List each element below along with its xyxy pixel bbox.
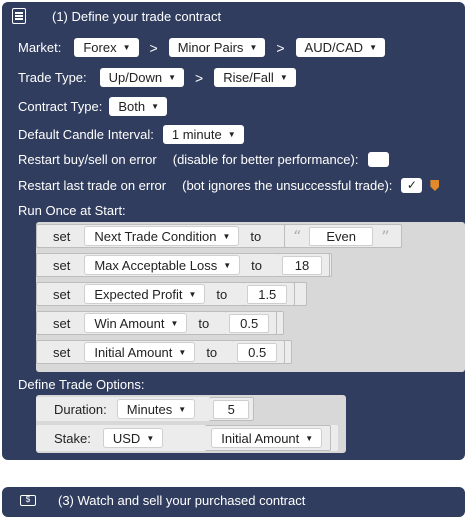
variable-dropdown[interactable]: Max Acceptable Loss ▼ — [84, 255, 241, 275]
caret-down-icon: ▼ — [227, 130, 236, 139]
number-value-field[interactable]: 18 — [281, 255, 322, 275]
caret-down-icon: ▼ — [178, 347, 187, 357]
number-block[interactable]: 0.5 — [233, 340, 286, 364]
caret-down-icon: ▼ — [305, 433, 314, 443]
duration-unit-dropdown[interactable]: Minutes ▼ — [116, 399, 196, 419]
open-quote-icon: “ — [293, 226, 302, 246]
set-keyword: set — [53, 286, 71, 302]
to-keyword: to — [198, 315, 210, 331]
set-keyword: set — [53, 228, 71, 244]
stake-label: Stake: — [54, 430, 91, 446]
variable-dropdown[interactable]: Initial Amount ▼ — [84, 342, 196, 362]
caret-down-icon: ▼ — [279, 73, 288, 82]
set-keyword: set — [53, 257, 71, 273]
separator: > — [195, 69, 204, 86]
trade-definition-block[interactable]: (1) Define your trade contract Market: F… — [2, 2, 465, 460]
check-icon: ✓ — [406, 178, 417, 192]
trade-type-dropdown[interactable]: Rise/Fall ▼ — [214, 68, 296, 87]
submarket-dropdown[interactable]: Minor Pairs ▼ — [168, 38, 266, 57]
text-literal-block[interactable]: “ Even ” — [284, 224, 402, 248]
contract-type-dropdown[interactable]: Both ▼ — [109, 97, 167, 116]
run-once-label: Run Once at Start: — [18, 203, 126, 218]
duration-value-field[interactable]: 5 — [213, 399, 250, 419]
contract-type-row: Contract Type: Both ▼ — [18, 97, 167, 116]
market-row: Market: Forex ▼ > Minor Pairs ▼ > AUD/CAD ▼ — [18, 38, 385, 57]
candle-interval-label: Default Candle Interval: — [18, 127, 154, 142]
restart-error-checkbox[interactable] — [368, 152, 390, 167]
variable-dropdown[interactable]: Expected Profit ▼ — [84, 284, 206, 304]
variable-dropdown[interactable]: Win Amount ▼ — [84, 313, 188, 333]
to-keyword: to — [250, 228, 262, 244]
restart-last-row: Restart last trade on error (bot ignores… — [18, 178, 440, 193]
restart-error-note: (disable for better performance): — [172, 152, 359, 167]
caret-down-icon: ▼ — [249, 43, 258, 52]
number-block[interactable]: 18 — [277, 253, 330, 277]
caret-down-icon: ▼ — [122, 43, 131, 52]
list-icon — [12, 8, 26, 24]
set-statement[interactable]: set Max Acceptable Loss ▼ to 18 — [36, 253, 332, 277]
to-keyword: to — [251, 257, 262, 273]
restart-error-row: Restart buy/sell on error (disable for b… — [18, 152, 390, 167]
caret-down-icon: ▼ — [222, 231, 231, 241]
text-value-field[interactable]: Even — [309, 226, 374, 246]
to-keyword: to — [206, 344, 218, 360]
candle-interval-row: Default Candle Interval: 1 minute ▼ — [18, 125, 244, 144]
number-block[interactable]: 1.5 — [243, 282, 296, 306]
caret-down-icon: ▼ — [178, 404, 187, 414]
candle-interval-dropdown[interactable]: 1 minute ▼ — [162, 125, 244, 144]
restart-last-checkbox[interactable]: ✓ — [401, 178, 423, 193]
caret-down-icon: ▼ — [168, 73, 177, 82]
dollar-icon: $ — [20, 494, 36, 506]
number-block[interactable]: 5 — [209, 397, 254, 421]
restart-error-label: Restart buy/sell on error — [18, 152, 157, 167]
caret-down-icon: ▼ — [151, 102, 159, 111]
stake-row[interactable]: Stake: USD ▼ Initial Amount ▼ — [36, 425, 338, 451]
set-statement[interactable]: set Initial Amount ▼ to 0.5 — [36, 340, 292, 364]
market-dropdown[interactable]: Forex ▼ — [74, 38, 139, 57]
duration-row[interactable]: Duration: Minutes ▼ 5 — [36, 397, 254, 421]
trade-category-dropdown[interactable]: Up/Down ▼ — [99, 68, 185, 87]
symbol-dropdown[interactable]: AUD/CAD ▼ — [295, 38, 385, 57]
separator: > — [276, 39, 285, 56]
set-statement[interactable]: set Win Amount ▼ to 0.5 — [36, 311, 284, 335]
restart-last-note: (bot ignores the unsuccessful trade): — [182, 178, 393, 193]
set-keyword: set — [53, 344, 71, 360]
duration-label: Duration: — [54, 401, 107, 417]
stake-variable-dropdown[interactable]: Initial Amount ▼ — [211, 428, 323, 448]
warning-icon[interactable] — [430, 180, 440, 191]
to-keyword: to — [216, 286, 228, 302]
currency-dropdown[interactable]: USD ▼ — [102, 428, 164, 448]
block-title: (1) Define your trade contract — [52, 8, 222, 24]
variable-dropdown[interactable]: Next Trade Condition ▼ — [84, 226, 240, 246]
block-header: (1) Define your trade contract — [12, 2, 221, 30]
trade-options-label: Define Trade Options: — [18, 377, 145, 392]
close-quote-icon: ” — [381, 226, 390, 246]
caret-down-icon: ▼ — [146, 433, 155, 443]
number-value-field[interactable]: 1.5 — [247, 284, 288, 304]
separator: > — [149, 39, 158, 56]
variable-block[interactable]: Initial Amount ▼ — [205, 425, 332, 451]
trade-type-label: Trade Type: — [18, 70, 87, 85]
number-block[interactable]: 0.5 — [225, 311, 278, 335]
number-value-field[interactable]: 0.5 — [229, 313, 270, 333]
caret-down-icon: ▼ — [188, 289, 197, 299]
caret-down-icon: ▼ — [369, 43, 377, 52]
caret-down-icon: ▼ — [223, 260, 232, 270]
restart-last-label: Restart last trade on error — [18, 178, 167, 193]
contract-type-label: Contract Type: — [18, 99, 103, 114]
block-header: $ (3) Watch and sell your purchased cont… — [20, 487, 305, 513]
market-label: Market: — [18, 40, 62, 55]
trade-type-row: Trade Type: Up/Down ▼ > Rise/Fall ▼ — [18, 68, 296, 87]
block-title: (3) Watch and sell your purchased contra… — [58, 492, 306, 508]
watch-contract-block[interactable]: $ (3) Watch and sell your purchased cont… — [2, 487, 465, 517]
set-keyword: set — [53, 315, 71, 331]
number-value-field[interactable]: 0.5 — [237, 342, 278, 362]
set-statement[interactable]: set Expected Profit ▼ to 1.5 — [36, 282, 307, 306]
caret-down-icon: ▼ — [170, 318, 179, 328]
